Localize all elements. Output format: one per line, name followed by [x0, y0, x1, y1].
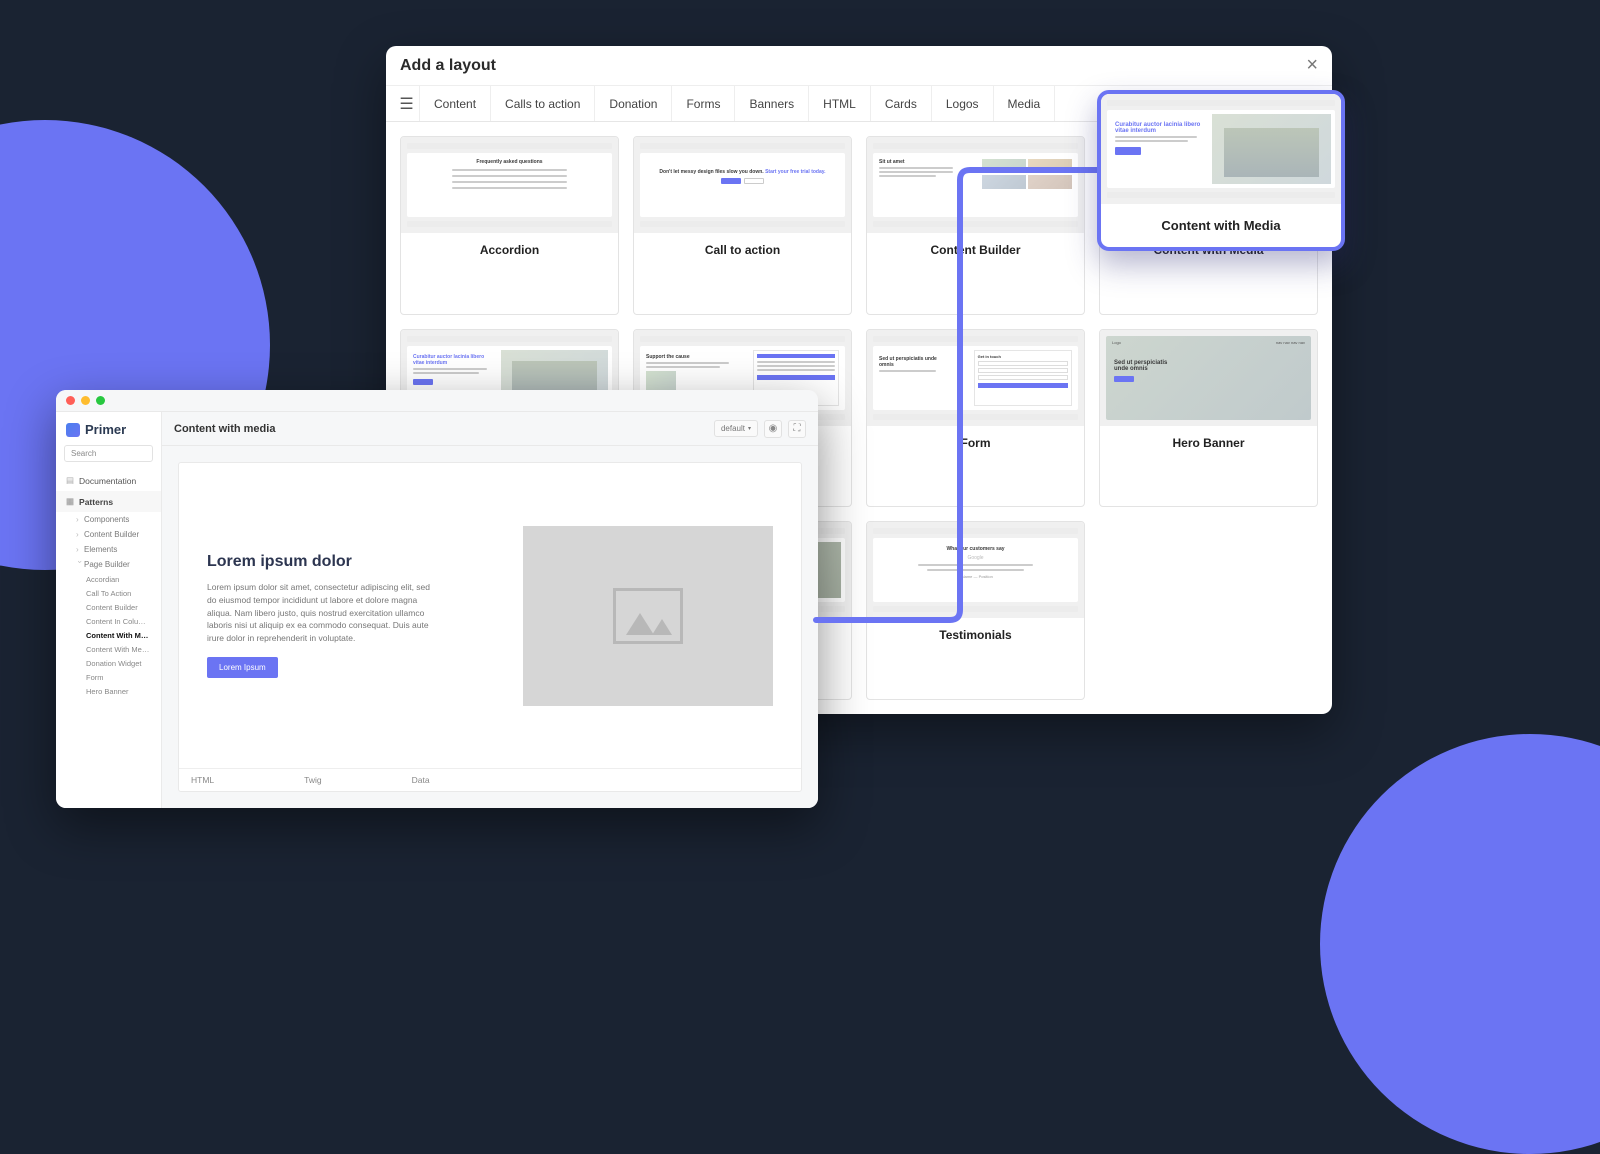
layout-label: Form [867, 426, 1084, 460]
content-pane: Content with media default ▾ ◉ ⛶ Lorem i… [162, 412, 818, 808]
bg-decoration-right [1320, 734, 1600, 1154]
layout-card-call-to-action[interactable]: Don't let messy design files slow you do… [633, 136, 852, 315]
layout-thumb: Curabitur auctor lacinia libero vitae in… [1101, 94, 1341, 204]
grid-icon: ▦ [66, 496, 74, 507]
tab-banners[interactable]: Banners [735, 86, 809, 121]
tab-content[interactable]: Content [420, 86, 491, 121]
nav-documentation[interactable]: ▤ Documentation [56, 470, 161, 491]
code-tab-html[interactable]: HTML [191, 775, 214, 785]
layout-label: Testimonials [867, 618, 1084, 652]
nav-pb-hero-banner[interactable]: Hero Banner [56, 684, 161, 698]
brand-logo-icon [66, 423, 80, 437]
nav-pb-call-to-action[interactable]: Call To Action [56, 586, 161, 600]
tab-cards[interactable]: Cards [871, 86, 932, 121]
preview-canvas: Lorem ipsum dolor Lorem ipsum dolor sit … [178, 462, 802, 792]
brand[interactable]: Primer [56, 412, 161, 445]
layout-thumb: Sed ut perspiciatisunde omnis Logonav na… [1100, 330, 1317, 426]
nav-page-builder[interactable]: ›Page Builder [56, 557, 161, 572]
nav-patterns[interactable]: ▦ Patterns [56, 491, 161, 512]
document-icon: ▤ [66, 475, 74, 486]
traffic-maximize-icon[interactable] [96, 396, 105, 405]
layout-card-form[interactable]: Sed ut perspiciatis unde omnis Get in to… [866, 329, 1085, 508]
layout-label: Content with Media [1101, 204, 1341, 247]
nav-pb-content-in-columns[interactable]: Content In Columns [56, 614, 161, 628]
nav-content-builder[interactable]: ›Content Builder [56, 527, 161, 542]
image-icon [613, 588, 683, 644]
layout-label: Hero Banner [1100, 426, 1317, 460]
code-tabs: HTML Twig Data [179, 768, 801, 791]
preview-heading: Lorem ipsum dolor [207, 553, 493, 571]
visibility-icon[interactable]: ◉ [764, 420, 782, 438]
tab-calls-to-action[interactable]: Calls to action [491, 86, 595, 121]
tab-media[interactable]: Media [994, 86, 1056, 121]
layout-label: Call to action [634, 233, 851, 267]
expand-icon[interactable]: ⛶ [788, 420, 806, 438]
modal-header: Add a layout × [386, 46, 1332, 86]
layout-thumb: Don't let messy design files slow you do… [634, 137, 851, 233]
content-tools: default ▾ ◉ ⛶ [714, 420, 806, 438]
layout-card-testimonials[interactable]: What our customers say Google ● Name — P… [866, 521, 1085, 700]
nav-pb-accordian[interactable]: Accordian [56, 572, 161, 586]
nav-pb-form[interactable]: Form [56, 670, 161, 684]
layout-card-content-builder[interactable]: Sit ut amet Content Builder [866, 136, 1085, 315]
layout-label: Accordion [401, 233, 618, 267]
brand-name: Primer [85, 422, 126, 437]
nav-components[interactable]: ›Components [56, 512, 161, 527]
traffic-minimize-icon[interactable] [81, 396, 90, 405]
pattern-preview: Lorem ipsum dolor Lorem ipsum dolor sit … [179, 463, 801, 768]
nav-pb-content-with-media[interactable]: Content With Media [56, 628, 161, 642]
nav-pb-content-with-media-ban[interactable]: Content With Media Ban... [56, 642, 161, 656]
nav-pb-content-builder[interactable]: Content Builder [56, 600, 161, 614]
code-tab-data[interactable]: Data [412, 775, 430, 785]
chevron-down-icon: ▾ [748, 425, 751, 432]
nav-elements[interactable]: ›Elements [56, 542, 161, 557]
preview-body: Lorem ipsum dolor sit amet, consectetur … [207, 581, 437, 645]
search-placeholder: Search [71, 449, 96, 458]
layout-thumb: What our customers say Google ● Name — P… [867, 522, 1084, 618]
window-chrome [56, 390, 818, 412]
variant-select[interactable]: default ▾ [714, 420, 758, 437]
tab-logos[interactable]: Logos [932, 86, 994, 121]
preview-image-placeholder [523, 526, 773, 706]
layout-thumb: Sed ut perspiciatis unde omnis Get in to… [867, 330, 1084, 426]
code-tab-twig[interactable]: Twig [304, 775, 321, 785]
traffic-close-icon[interactable] [66, 396, 75, 405]
close-icon[interactable]: × [1306, 54, 1318, 77]
search-input[interactable]: Search [64, 445, 153, 462]
modal-title: Add a layout [400, 57, 496, 75]
tab-forms[interactable]: Forms [672, 86, 735, 121]
preview-button[interactable]: Lorem Ipsum [207, 657, 278, 678]
layout-thumb: Sit ut amet [867, 137, 1084, 233]
layout-card-hero-banner[interactable]: Sed ut perspiciatisunde omnis Logonav na… [1099, 329, 1318, 508]
layout-thumb: Frequently asked questions [401, 137, 618, 233]
hamburger-icon[interactable]: ☰ [394, 86, 420, 121]
tab-html[interactable]: HTML [809, 86, 871, 121]
content-header: Content with media default ▾ ◉ ⛶ [162, 412, 818, 446]
primer-window: Primer Search ▤ Documentation ▦ Patterns… [56, 390, 818, 808]
nav-pb-donation-widget[interactable]: Donation Widget [56, 656, 161, 670]
page-title: Content with media [174, 423, 275, 435]
layout-card-content-with-media-highlight[interactable]: Curabitur auctor lacinia libero vitae in… [1097, 90, 1345, 251]
tab-donation[interactable]: Donation [595, 86, 672, 121]
layout-label: Content Builder [867, 233, 1084, 267]
layout-card-accordion[interactable]: Frequently asked questions Accordion [400, 136, 619, 315]
sidebar: Primer Search ▤ Documentation ▦ Patterns… [56, 412, 162, 808]
